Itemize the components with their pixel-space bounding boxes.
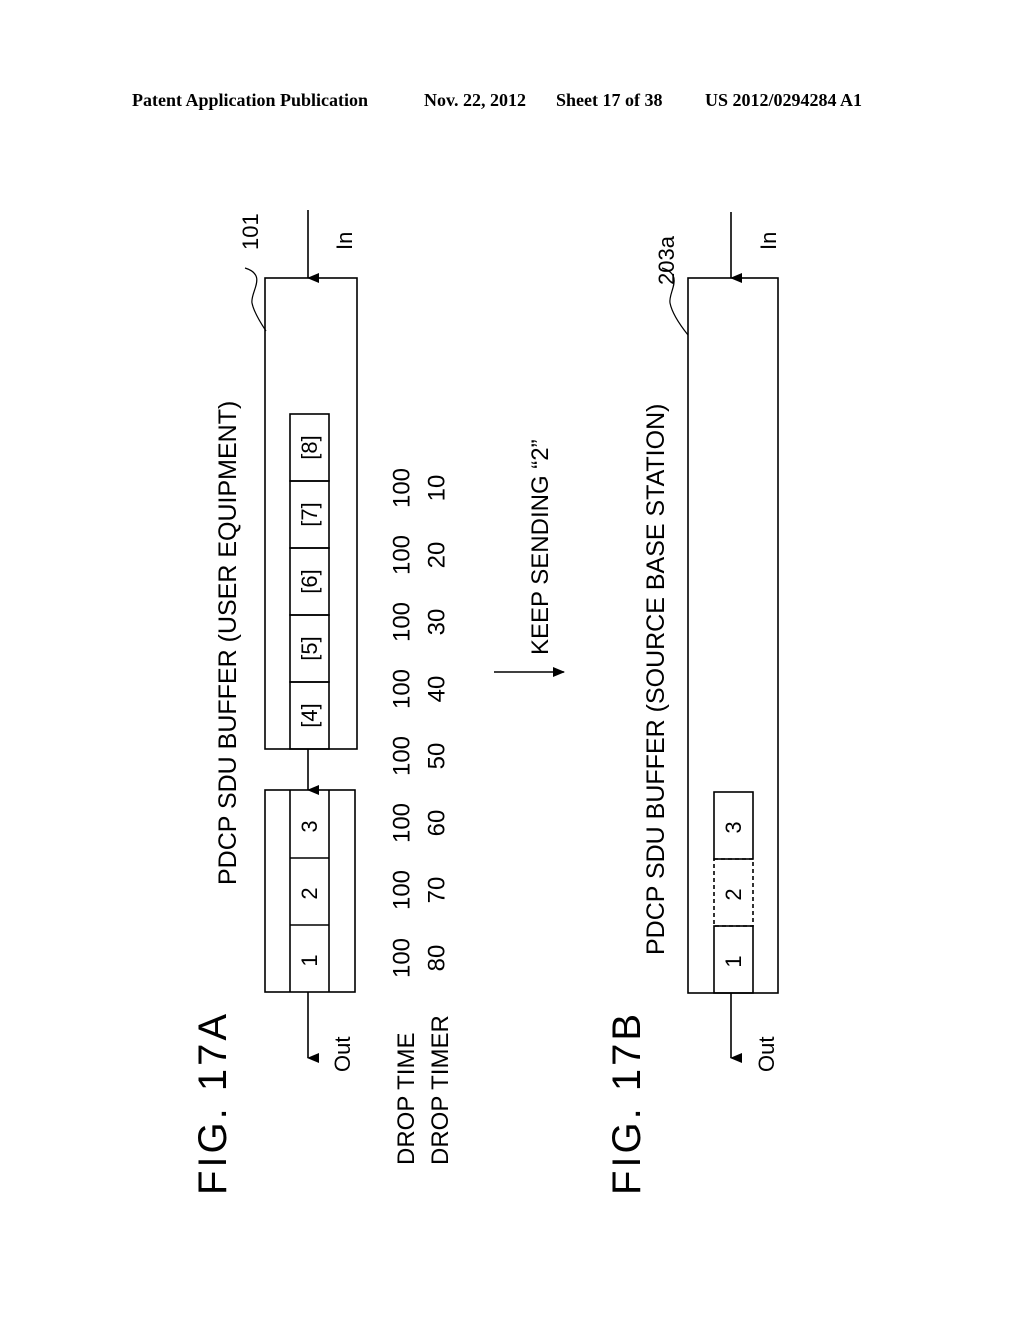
packet-label: 2 [721,888,746,900]
sending-packets: 1 2 3 [289,790,330,992]
drop-time-value: 100 [389,669,416,709]
queued-packets: [4] [5] [6] [7] [8] [289,413,330,750]
figure-canvas: FIG. 17A PDCP SDU BUFFER (USER EQUIPMENT… [191,210,781,1195]
drop-time-value: 100 [389,468,416,508]
drop-time-value: 100 [389,736,416,776]
drop-timer-value: 60 [424,810,451,837]
in-label-a: In [332,232,357,250]
packet-label: 1 [721,955,746,967]
drop-timer-value: 10 [424,475,451,502]
fig-17a-ref: 101 [238,213,263,250]
packet-label: 1 [297,954,322,966]
drop-time-value: 100 [389,602,416,642]
fig-17a-title: PDCP SDU BUFFER (USER EQUIPMENT) [214,401,242,885]
packet-label: [5] [297,636,322,660]
packet-label: [7] [297,502,322,526]
transition-label: KEEP SENDING “2” [527,439,554,655]
ref-leader-101 [244,267,267,332]
packet-label: 3 [297,820,322,832]
drop-timer-label: DROP TIMER [427,1015,454,1165]
drop-timer-value: 20 [424,542,451,569]
drop-timer-value: 40 [424,676,451,703]
packet-label: 3 [721,821,746,833]
drop-timer-value: 30 [424,609,451,636]
drop-timer-value: 50 [424,743,451,770]
fig-17b-title: PDCP SDU BUFFER (SOURCE BASE STATION) [642,404,670,955]
fig-17a-label: FIG. 17A [191,1011,235,1195]
packet-label: [4] [297,703,322,727]
out-label-a: Out [330,1037,355,1072]
drop-time-value: 100 [389,803,416,843]
in-label-b: In [756,232,781,250]
fig-17a: FIG. 17A PDCP SDU BUFFER (USER EQUIPMENT… [191,210,454,1195]
fig-17b-label: FIG. 17B [605,1011,649,1195]
drop-timer-value: 80 [424,945,451,972]
bs-packets: 1 2 3 [713,791,754,994]
transition: KEEP SENDING “2” [494,439,565,677]
fig-17b: FIG. 17B PDCP SDU BUFFER (SOURCE BASE ST… [605,212,781,1195]
fig-17b-ref: 203a [654,235,679,285]
bs-buffer-box [687,277,779,994]
drop-timer-value: 70 [424,877,451,904]
drop-time-value: 100 [389,938,416,978]
packet-label: 2 [297,887,322,899]
packet-label: [6] [297,569,322,593]
drop-time-value: 100 [389,535,416,575]
drop-time-value: 100 [389,870,416,910]
packet-label: [8] [297,435,322,459]
out-label-b: Out [754,1037,779,1072]
drop-time-label: DROP TIME [393,1033,420,1165]
drop-values: 100 100 100 100 100 100 100 100 80 70 60 50 40 30 20 10 [389,468,451,978]
